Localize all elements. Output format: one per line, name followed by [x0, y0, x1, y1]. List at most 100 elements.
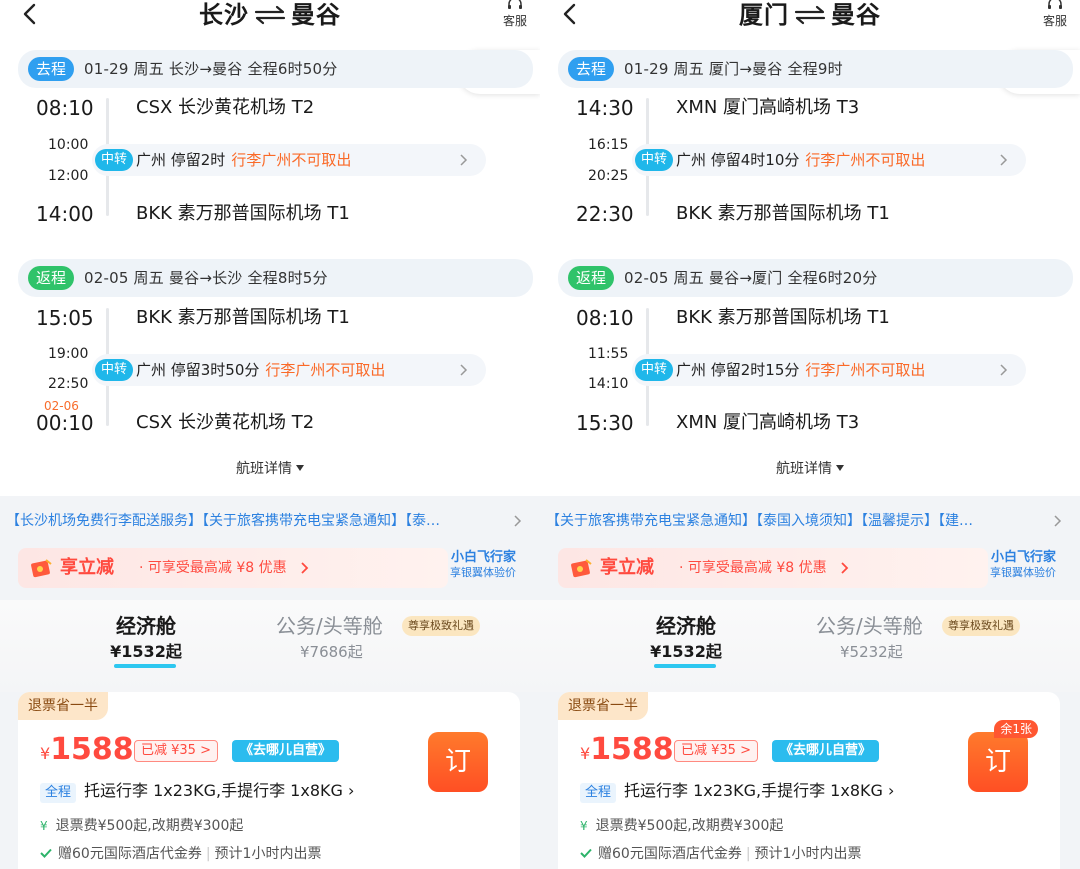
- business-perk-badge: 尊享极致礼遇: [402, 616, 480, 636]
- return-transit-warning: 行李广州不可取出: [805, 361, 926, 379]
- return-transit-stay: 广州 停留2时15分: [676, 361, 800, 379]
- discount-badge[interactable]: 已减 ¥35 >: [134, 740, 218, 762]
- swap-arrows-icon: [254, 5, 286, 25]
- instant-discount-banner[interactable]: 享立减 · 可享受最高减 ¥8 优惠: [18, 548, 448, 588]
- chevron-right-icon: [460, 364, 468, 376]
- book-button[interactable]: 订: [968, 732, 1028, 792]
- check-icon: [40, 848, 52, 858]
- red-envelope-icon: [571, 559, 592, 578]
- fee-text: 退票费¥500起,改期费¥300起: [595, 818, 784, 834]
- outbound-transit-row[interactable]: 中转 广州 停留4时10分 行李广州不可取出: [632, 144, 1026, 176]
- return-transit-depart-time: 14:10: [588, 376, 629, 392]
- ticketing-text: 预计1小时内出票: [754, 846, 862, 862]
- return-transit-arrive-time: 19:00: [48, 346, 89, 362]
- outbound-arrive-airport: BKK 素万那普国际机场 T1: [676, 203, 890, 224]
- fare-card[interactable]: 退票省一半 ¥1588 已减 ¥35 > 《去哪儿自营》 全程 托运行李 1x23…: [558, 692, 1060, 869]
- seats-left-badge: 余1张: [994, 720, 1038, 738]
- outbound-arrive-time: 22:30: [576, 202, 634, 226]
- chevron-right-icon: [514, 515, 522, 527]
- baggage-info[interactable]: 全程 托运行李 1x23KG,手提行李 1x8KG ›: [40, 780, 354, 803]
- gift-info: 赠60元国际酒店代金券 | 预计1小时内出票: [40, 844, 321, 864]
- return-summary: 02-05 周五 曼谷→厦门 全程6时20分: [624, 269, 878, 287]
- headset-icon: [1048, 0, 1062, 9]
- route-panel: 长沙曼谷 客服 降价提醒 去程 01-29 周五 长沙→曼谷 全程6时50分 0…: [0, 0, 540, 869]
- return-badge: 返程: [568, 266, 615, 290]
- chevron-right-icon: ›: [348, 781, 355, 800]
- customer-service-button[interactable]: 客服: [1040, 0, 1070, 29]
- outbound-transit-depart-time: 12:00: [48, 168, 89, 184]
- outbound-transit-stay: 广州 停留4时10分: [676, 151, 800, 169]
- tab-economy[interactable]: 经济舱 ¥1532起: [636, 612, 736, 668]
- chevron-right-icon: [460, 154, 468, 166]
- return-arrive-airport: CSX 长沙黄花机场 T2: [136, 412, 315, 433]
- return-badge: 返程: [28, 266, 75, 290]
- business-price: ¥5232起: [840, 643, 903, 661]
- chevron-right-icon: [841, 562, 849, 574]
- outbound-transit-arrive-time: 16:15: [588, 137, 629, 153]
- discount-badge[interactable]: 已减 ¥35 >: [674, 740, 758, 762]
- outbound-badge: 去程: [568, 57, 615, 81]
- outbound-transit-warning: 行李广州不可取出: [231, 151, 352, 169]
- price-amount: 1588: [590, 732, 674, 767]
- return-transit-stay: 广州 停留3时50分: [136, 361, 260, 379]
- xiaobai-line2: 享银翼体验价: [450, 566, 516, 579]
- return-transit-row[interactable]: 中转 广州 停留3时50分 行李广州不可取出: [92, 354, 486, 386]
- xiaobai-flyer-link[interactable]: 小白飞行家 享银翼体验价: [990, 550, 1056, 580]
- xiaobai-flyer-link[interactable]: 小白飞行家 享银翼体验价: [450, 550, 516, 580]
- return-depart-airport: BKK 素万那普国际机场 T1: [676, 307, 890, 328]
- notice-bar[interactable]: 【长沙机场免费行李配送服务】【关于旅客携带充电宝紧急通知】【泰…: [0, 508, 540, 534]
- gift-info: 赠60元国际酒店代金券 | 预计1小时内出票: [580, 844, 861, 864]
- outbound-transit-warning: 行李广州不可取出: [805, 151, 926, 169]
- tab-economy[interactable]: 经济舱 ¥1532起: [96, 612, 196, 668]
- return-transit-tag: 中转: [95, 359, 134, 381]
- promo-subtitle: · 可享受最高减 ¥8 优惠: [139, 560, 287, 576]
- baggage-text: 托运行李 1x23KG,手提行李 1x8KG: [624, 781, 883, 800]
- outbound-transit-depart-time: 20:25: [588, 168, 629, 184]
- notice-text: 【长沙机场免费行李配送服务】【关于旅客携带充电宝紧急通知】【泰…: [6, 513, 440, 529]
- destination-city: 曼谷: [291, 1, 341, 29]
- return-segment-header: 返程 02-05 周五 曼谷→厦门 全程6时20分: [558, 259, 1073, 297]
- header: 长沙 曼谷 客服: [0, 0, 540, 44]
- outbound-transit-row[interactable]: 中转 广州 停留2时 行李广州不可取出: [92, 144, 486, 176]
- return-arrive-airport: XMN 厦门高崎机场 T3: [676, 412, 860, 433]
- baggage-scope-tag: 全程: [40, 783, 77, 803]
- price-amount: 1588: [50, 732, 134, 767]
- tab-business-first[interactable]: 公务/头等舱 尊享极致礼遇 ¥7686起: [276, 612, 506, 664]
- outbound-segment-header: 去程 01-29 周五 长沙→曼谷 全程6时50分: [18, 50, 533, 88]
- notice-text: 【关于旅客携带充电宝紧急通知】【泰国入境须知】【温馨提示】【建…: [546, 513, 973, 529]
- return-transit-row[interactable]: 中转 广州 停留2时15分 行李广州不可取出: [632, 354, 1026, 386]
- fee-text: 退票费¥500起,改期费¥300起: [55, 818, 244, 834]
- ticketing-text: 预计1小时内出票: [214, 846, 322, 862]
- return-summary: 02-05 周五 曼谷→长沙 全程8时5分: [84, 269, 328, 287]
- tab-business-first[interactable]: 公务/头等舱 尊享极致礼遇 ¥5232起: [816, 612, 1046, 664]
- outbound-segment-header: 去程 01-29 周五 厦门→曼谷 全程9时: [558, 50, 1073, 88]
- flight-details-toggle[interactable]: 航班详情: [0, 458, 540, 478]
- chevron-right-icon: [301, 562, 309, 574]
- customer-service-button[interactable]: 客服: [500, 0, 530, 29]
- route-title: 长沙 曼谷: [0, 0, 540, 30]
- chevron-right-icon: ›: [888, 781, 895, 800]
- promo-subtitle: · 可享受最高减 ¥8 优惠: [679, 560, 827, 576]
- promo-title: 享立减: [60, 557, 114, 578]
- customer-service-label: 客服: [1042, 14, 1067, 28]
- return-segment-header: 返程 02-05 周五 曼谷→长沙 全程8时5分: [18, 259, 533, 297]
- xiaobai-line1: 小白飞行家: [990, 550, 1056, 565]
- notice-bar[interactable]: 【关于旅客携带充电宝紧急通知】【泰国入境须知】【温馨提示】【建…: [540, 508, 1080, 534]
- fare-card[interactable]: 退票省一半 ¥1588 已减 ¥35 > 《去哪儿自营》 全程 托运行李 1x23…: [18, 692, 520, 869]
- baggage-info[interactable]: 全程 托运行李 1x23KG,手提行李 1x8KG ›: [580, 780, 894, 803]
- gift-text: 赠60元国际酒店代金券: [58, 846, 202, 862]
- book-button[interactable]: 订: [428, 732, 488, 792]
- outbound-depart-time: 08:10: [36, 96, 94, 120]
- outbound-transit-arrive-time: 10:00: [48, 137, 89, 153]
- header: 厦门 曼谷 客服: [540, 0, 1080, 44]
- instant-discount-banner[interactable]: 享立减 · 可享受最高减 ¥8 优惠: [558, 548, 988, 588]
- flight-details-toggle[interactable]: 航班详情: [540, 458, 1080, 478]
- outbound-transit-stay: 广州 停留2时: [136, 151, 226, 169]
- origin-city: 长沙: [199, 1, 249, 29]
- route-title: 厦门 曼谷: [540, 0, 1080, 30]
- self-operated-badge: 《去哪儿自营》: [232, 740, 340, 762]
- flight-details-label: 航班详情: [236, 461, 292, 477]
- return-arrive-time: 00:10: [36, 411, 94, 435]
- refund-tag: 退票省一半: [18, 692, 108, 720]
- gift-text: 赠60元国际酒店代金券: [598, 846, 742, 862]
